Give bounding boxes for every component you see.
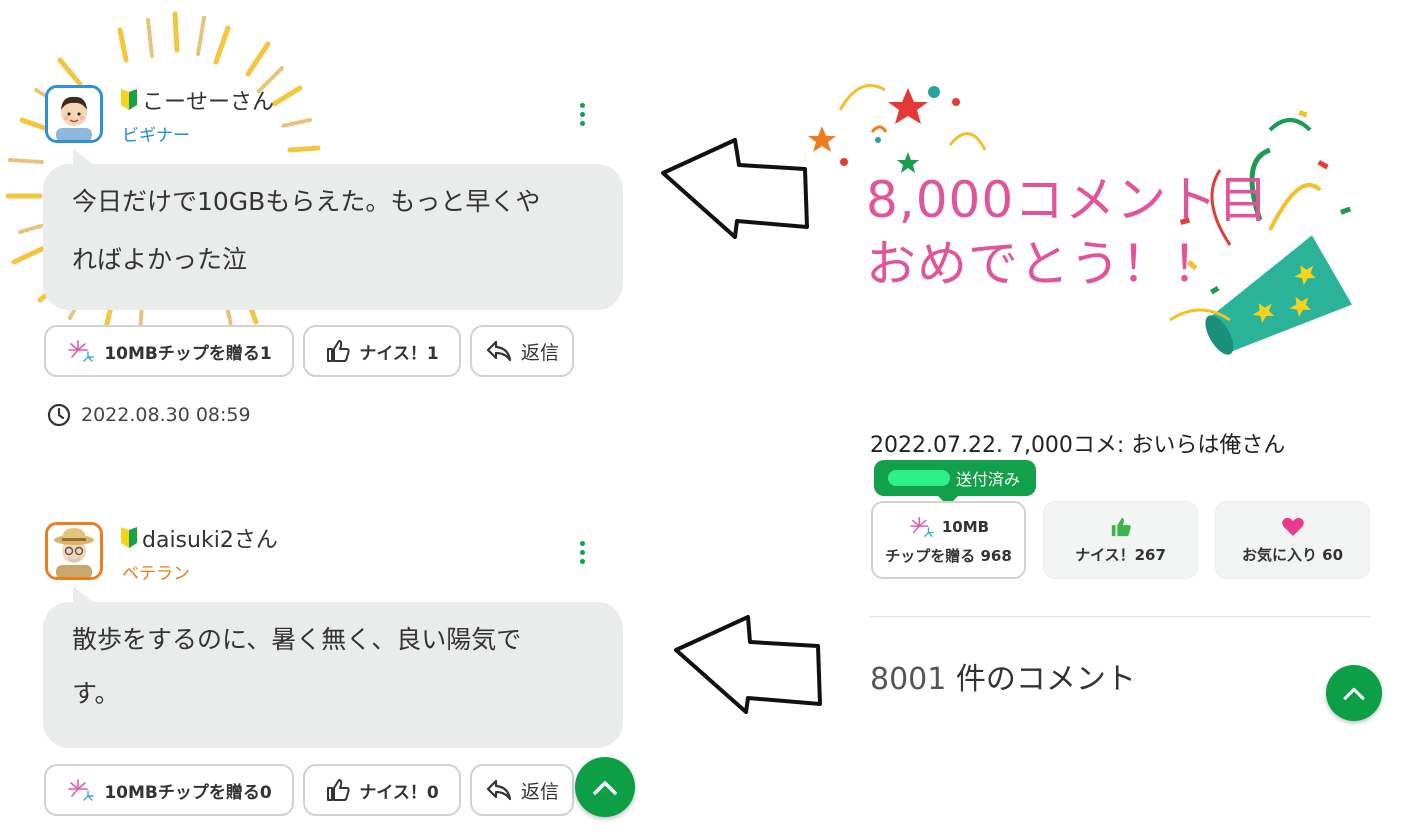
username-text: こーせーさん	[142, 90, 275, 115]
comment-text-line: ればよかった泣	[72, 245, 248, 274]
kebab-menu-icon[interactable]	[580, 103, 586, 130]
comment-text-line: 今日だけで10GBもらえた。もっと早くや	[72, 187, 541, 216]
reply-icon	[486, 340, 512, 362]
comment-count-suffix: 件のコメント	[955, 662, 1136, 697]
nice-button[interactable]: ナイス！1	[303, 325, 461, 377]
heart-icon	[1281, 517, 1304, 536]
comment-text-line: す。	[72, 679, 120, 708]
celebration-message: 8,000コメント目 おめでとう！！	[866, 168, 1269, 296]
clock-icon	[47, 403, 71, 427]
sent-badge: 送付済み	[874, 460, 1037, 506]
kebab-menu-icon[interactable]	[580, 541, 586, 568]
tip-card[interactable]: 10MB チップを贈る 968	[871, 501, 1026, 579]
arrow-left-icon	[674, 615, 822, 714]
comment-bubble: 今日だけで10GBもらえた。もっと早くや ればよかった泣	[43, 148, 623, 310]
masked-text	[888, 470, 950, 486]
avatar[interactable]	[45, 85, 103, 143]
divider	[870, 616, 1370, 617]
chevron-up-icon	[1343, 687, 1365, 700]
tip-button[interactable]: 10MBチップを贈る0	[44, 764, 294, 816]
reply-button[interactable]: 返信	[470, 325, 574, 377]
username[interactable]: daisuki2さん	[120, 522, 278, 554]
comment-count: 8001 件のコメント	[870, 654, 1136, 698]
nice-button-label: ナイス！0	[359, 782, 439, 803]
chevron-up-icon	[593, 781, 617, 795]
tip-card-amount: 10MB	[941, 517, 990, 536]
sent-badge-label: 送付済み	[956, 470, 1021, 489]
reply-button[interactable]: 返信	[470, 764, 574, 816]
milestone-history-line: 2022.07.22. 7,000コメ: おいらは俺さん	[870, 433, 1286, 458]
tip-button[interactable]: 10MBチップを贈る1	[44, 325, 294, 377]
reply-button-label: 返信	[520, 780, 559, 803]
beginner-mark-icon	[121, 527, 137, 548]
tip-button-label: 10MBチップを贈る1	[104, 343, 272, 364]
timestamp-text: 2022.08.30 08:59	[81, 404, 251, 426]
fireworks-icon	[68, 779, 95, 801]
username[interactable]: こーせーさん	[120, 84, 274, 116]
user-rank: ビギナー	[122, 126, 190, 146]
thumbs-up-icon	[327, 779, 350, 801]
favorite-card-label: お気に入り 60	[1241, 545, 1344, 564]
comment-bubble: 散歩をするのに、暑く無く、良い陽気で す。	[43, 586, 623, 748]
arrow-left-icon	[661, 138, 809, 239]
avatar[interactable]	[45, 522, 103, 580]
username-text: daisuki2さん	[142, 528, 278, 553]
comment-text-line: 散歩をするのに、暑く無く、良い陽気で	[72, 625, 522, 654]
user-rank: ベテラン	[122, 564, 190, 584]
fireworks-icon	[910, 516, 934, 537]
comment-timestamp: 2022.08.30 08:59	[47, 403, 251, 427]
reply-button-label: 返信	[520, 341, 559, 364]
thumbs-up-icon	[327, 340, 350, 362]
scroll-to-top-button[interactable]	[575, 757, 635, 817]
scroll-to-top-button[interactable]	[1326, 665, 1382, 721]
comment-count-number: 8001	[870, 662, 947, 697]
nice-card-label: ナイス！267	[1075, 545, 1166, 564]
fireworks-icon	[68, 340, 95, 362]
nice-button-label: ナイス！1	[359, 343, 439, 364]
reply-icon	[486, 779, 512, 801]
tip-card-label: チップを贈る 968	[885, 546, 1012, 565]
celebration-line: 8,000コメント目	[866, 171, 1270, 229]
nice-card[interactable]: ナイス！267	[1043, 501, 1198, 579]
tip-button-label: 10MBチップを贈る0	[104, 782, 272, 803]
thumbs-up-icon	[1111, 517, 1131, 536]
celebration-line: おめでとう！！	[866, 235, 1223, 293]
nice-button[interactable]: ナイス！0	[303, 764, 461, 816]
favorite-card[interactable]: お気に入り 60	[1215, 501, 1370, 579]
beginner-mark-icon	[121, 89, 137, 110]
